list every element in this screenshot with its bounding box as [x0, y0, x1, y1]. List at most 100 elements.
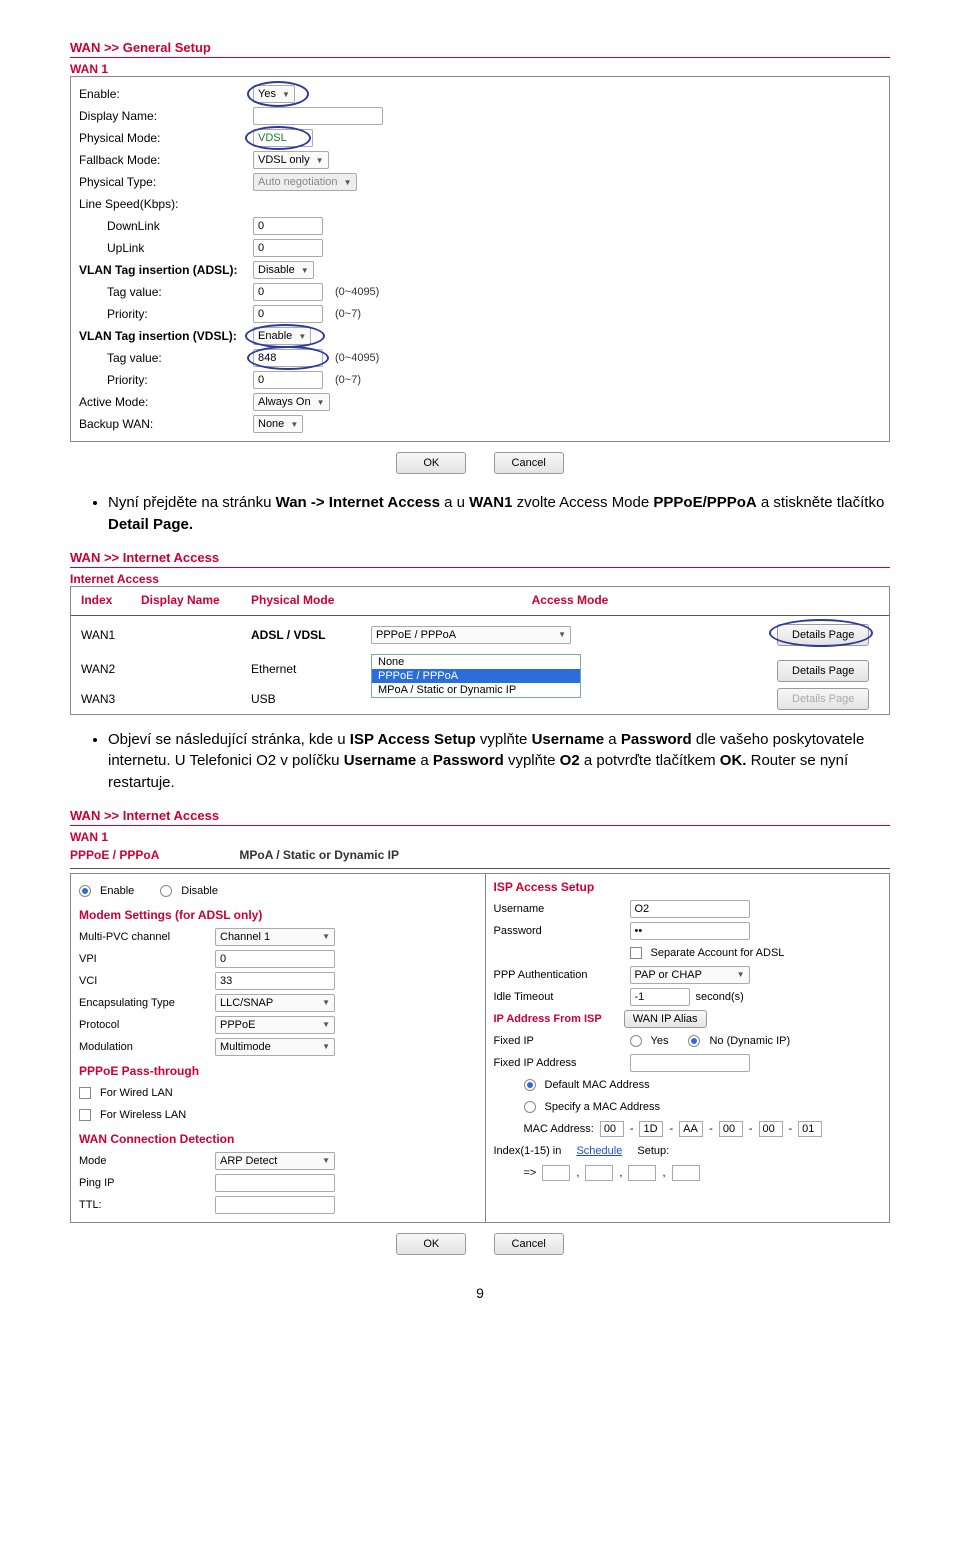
radio-spec-mac[interactable] [524, 1101, 536, 1113]
lbl-mpvc: Multi-PVC channel [79, 931, 209, 943]
mpvc-select[interactable]: Channel 1 [215, 928, 335, 946]
vlan-vdsl-select[interactable]: Enable [253, 327, 311, 345]
chk-wless[interactable] [79, 1109, 91, 1121]
vci-input[interactable]: 33 [215, 972, 335, 990]
modu-select[interactable]: Multimode [215, 1038, 335, 1056]
schedule-link[interactable]: Schedule [576, 1145, 622, 1157]
modem-head: Modem Settings (for ADSL only) [79, 908, 467, 922]
chk-sep-adsl[interactable] [630, 947, 642, 959]
lbl-modu: Modulation [79, 1041, 209, 1053]
lbl-proto: Protocol [79, 1019, 209, 1031]
pppoe-panel: Enable Disable Modem Settings (for ADSL … [70, 873, 890, 1223]
mac-0[interactable]: 00 [600, 1121, 624, 1137]
lbl-pass: Password [494, 925, 624, 937]
mac-5[interactable]: 01 [798, 1121, 822, 1137]
divider [71, 615, 889, 616]
lbl-enc: Encapsulating Type [79, 997, 209, 1009]
sched-1[interactable] [542, 1165, 570, 1181]
lbl-ttl: TTL: [79, 1199, 209, 1211]
enable-select[interactable]: Yes [253, 85, 295, 103]
mac-3[interactable]: 00 [719, 1121, 743, 1137]
fallback-select[interactable]: VDSL only [253, 151, 329, 169]
ping-input[interactable] [215, 1174, 335, 1192]
lbl-vpi: VPI [79, 953, 209, 965]
active-select[interactable]: Always On [253, 393, 330, 411]
mode-select[interactable]: ARP Detect [215, 1152, 335, 1170]
wan1-mode-select[interactable]: PPPoE / PPPoA [371, 626, 571, 644]
tab-mpoa[interactable]: MPoA / Static or Dynamic IP [239, 848, 399, 862]
ttl-input[interactable] [215, 1196, 335, 1214]
sched-2[interactable] [585, 1165, 613, 1181]
radio-def-mac[interactable] [524, 1079, 536, 1091]
lbl-prio: Priority: [79, 373, 249, 387]
vlan-adsl-select[interactable]: Disable [253, 261, 314, 279]
tabs: PPPoE / PPPoA MPoA / Static or Dynamic I… [70, 844, 890, 866]
prio-vdsl-hint: (0~7) [335, 374, 361, 386]
radio-enable[interactable] [79, 885, 91, 897]
sched-3[interactable] [628, 1165, 656, 1181]
wan1-details-button[interactable]: Details Page [777, 624, 869, 646]
divider [70, 57, 890, 58]
lbl-vci: VCI [79, 975, 209, 987]
mode-dropdown-open[interactable]: None PPPoE / PPPoA MPoA / Static or Dyna… [371, 654, 581, 698]
tag-vdsl-input[interactable]: 848 [253, 349, 323, 367]
opt-pppoe[interactable]: PPPoE / PPPoA [372, 669, 580, 683]
proto-select[interactable]: PPPoE [215, 1016, 335, 1034]
h-phys: Physical Mode [247, 591, 367, 609]
idle-input[interactable]: -1 [630, 988, 690, 1006]
mac-1[interactable]: 1D [639, 1121, 663, 1137]
radio-disable[interactable] [160, 885, 172, 897]
tag-adsl-input[interactable]: 0 [253, 283, 323, 301]
wan-ip-alias-button[interactable]: WAN IP Alias [624, 1010, 707, 1028]
downlink-input[interactable]: 0 [253, 217, 323, 235]
tag-vdsl-hint: (0~4095) [335, 352, 379, 364]
lbl-phys-type: Physical Type: [79, 175, 249, 189]
prio-adsl-hint: (0~7) [335, 308, 361, 320]
wan1-idx: WAN1 [77, 626, 137, 644]
physical-type-select: Auto negotiation [253, 173, 357, 191]
uplink-input[interactable]: 0 [253, 239, 323, 257]
ppp-auth-select[interactable]: PAP or CHAP [630, 966, 750, 984]
lbl-mac: MAC Address: [524, 1123, 594, 1135]
wan3-details-button: Details Page [777, 688, 869, 710]
lbl-downlink: DownLink [79, 219, 249, 233]
prio-vdsl-input[interactable]: 0 [253, 371, 323, 389]
username-input[interactable]: O2 [630, 900, 750, 918]
tab-pppoe[interactable]: PPPoE / PPPoA [70, 848, 159, 862]
fixed-addr-input[interactable] [630, 1054, 750, 1072]
ia-sub: Internet Access [70, 572, 890, 586]
wan1-phys: ADSL / VDSL [247, 626, 367, 644]
vpi-input[interactable]: 0 [215, 950, 335, 968]
lbl-vlan-adsl: VLAN Tag insertion (ADSL): [79, 263, 249, 277]
mac-4[interactable]: 00 [759, 1121, 783, 1137]
radio-fixed-yes[interactable] [630, 1035, 642, 1047]
lbl-tag: Tag value: [79, 351, 249, 365]
cancel-button[interactable]: Cancel [494, 1233, 564, 1255]
wan3-idx: WAN3 [77, 690, 137, 708]
tag-adsl-hint: (0~4095) [335, 286, 379, 298]
opt-mpoa[interactable]: MPoA / Static or Dynamic IP [372, 683, 580, 697]
h-disp: Display Name [137, 591, 247, 609]
sched-4[interactable] [672, 1165, 700, 1181]
instruction-2: Objeví se následující stránka, kde u ISP… [90, 729, 890, 794]
chk-wired[interactable] [79, 1087, 91, 1099]
ia-title: WAN >> Internet Access [70, 550, 890, 565]
ok-button[interactable]: OK [396, 1233, 466, 1255]
ia-row-wan1: WAN1 ADSL / VDSL PPPoE / PPPoA Details P… [71, 620, 889, 650]
display-name-input[interactable] [253, 107, 383, 125]
wan2-details-button[interactable]: Details Page [777, 660, 869, 682]
lbl-display: Display Name: [79, 109, 249, 123]
lbl-active: Active Mode: [79, 395, 249, 409]
enc-select[interactable]: LLC/SNAP [215, 994, 335, 1012]
cancel-button[interactable]: Cancel [494, 452, 564, 474]
password-input[interactable]: •• [630, 922, 750, 940]
ip-head: IP Address From ISP [494, 1013, 602, 1025]
mac-2[interactable]: AA [679, 1121, 703, 1137]
lbl-ping: Ping IP [79, 1177, 209, 1189]
backup-select[interactable]: None [253, 415, 303, 433]
opt-none[interactable]: None [372, 655, 580, 669]
radio-fixed-no[interactable] [688, 1035, 700, 1047]
lbl-fixed-addr: Fixed IP Address [494, 1057, 624, 1069]
prio-adsl-input[interactable]: 0 [253, 305, 323, 323]
ok-button[interactable]: OK [396, 452, 466, 474]
